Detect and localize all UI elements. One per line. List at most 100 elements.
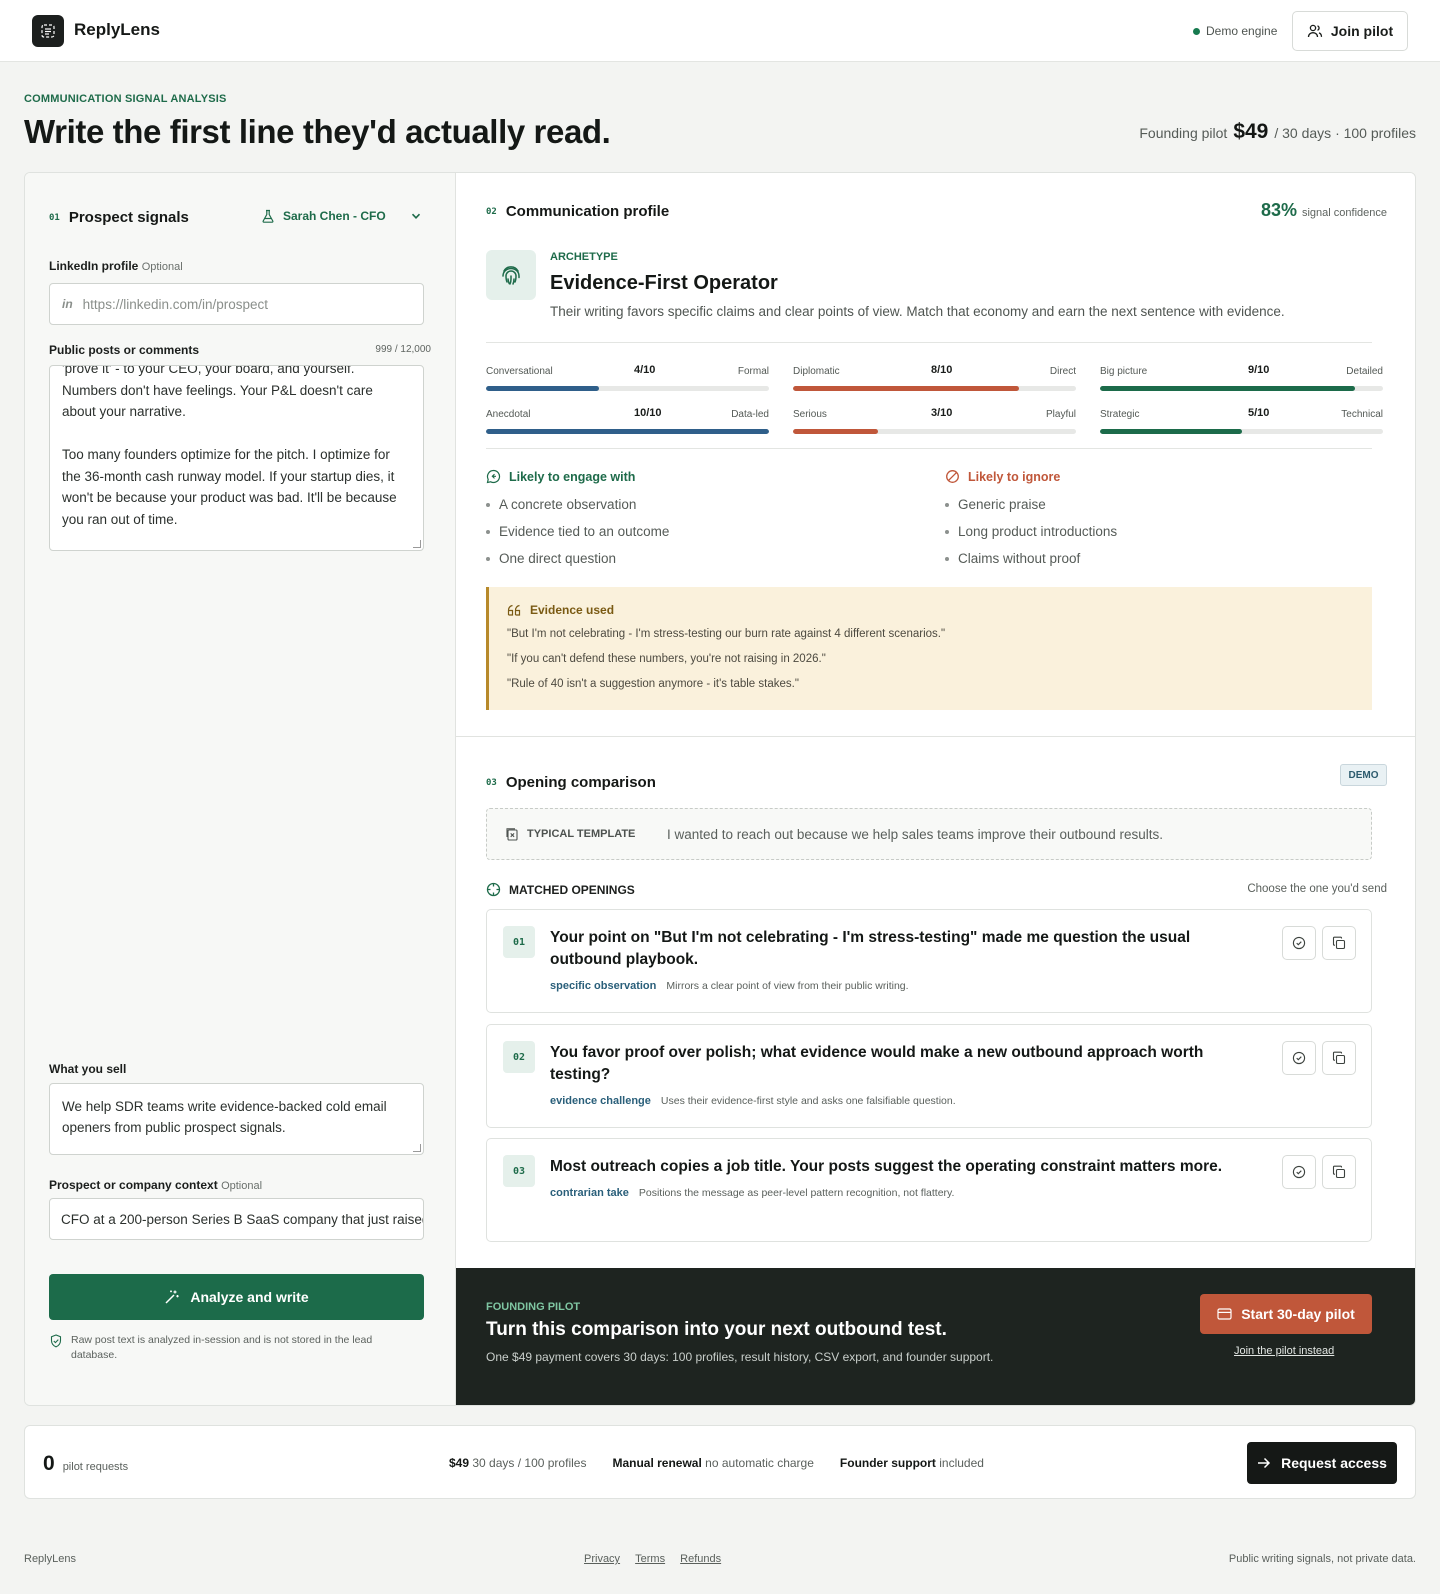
opening-text: You favor proof over polish; what eviden… [550, 1044, 1204, 1083]
analyze-button[interactable]: Analyze and write [49, 1274, 424, 1320]
copy-opening-button[interactable] [1322, 926, 1356, 960]
prohibited-icon [946, 470, 959, 483]
copy-icon [1332, 936, 1346, 950]
magic-wand-icon [165, 1290, 180, 1304]
opening-number: 01 [503, 926, 535, 958]
chevron-down-icon[interactable] [411, 211, 421, 224]
scale-value: 3/10 [931, 407, 953, 419]
scale-value: 4/10 [634, 364, 656, 376]
fingerprint-icon [486, 250, 536, 300]
privacy-link[interactable]: Privacy [584, 1553, 620, 1565]
select-opening-button[interactable] [1282, 1155, 1316, 1189]
credit-card-icon [1217, 1308, 1232, 1320]
opening-number: 02 [503, 1041, 535, 1073]
opening-card[interactable]: 02 You favor proof over polish; what evid… [486, 1024, 1372, 1128]
prospect-signals-panel: 01 Prospect signals Sarah Chen - CFO Lin… [25, 173, 456, 1405]
posts-textarea[interactable]: 'prove it' - to your CEO, your board, an… [49, 365, 424, 551]
prospect-select-value: Sarah Chen - CFO [283, 209, 386, 223]
resize-handle-icon[interactable] [413, 540, 421, 548]
cta-title: Turn this comparison into your next outb… [486, 1319, 947, 1340]
linkedin-placeholder: https://linkedin.com/in/prospect [82, 296, 269, 312]
opening-card[interactable]: 01 Your point on "But I'm not celebrating… [486, 909, 1372, 1013]
start-pilot-button[interactable]: Start 30-day pilot [1200, 1294, 1372, 1334]
profile-header: 02 Communication profile [486, 203, 669, 220]
section-number: 02 [486, 206, 497, 217]
term-renewal: Manual renewal no automatic charge [612, 1456, 814, 1470]
opening-note: Mirrors a clear point of view from their… [666, 980, 909, 992]
context-label: Prospect or company context Optional [49, 1178, 262, 1192]
opening-note: Uses their evidence-first style and asks… [660, 1095, 956, 1107]
price-summary: Founding pilot $49 / 30 days · 100 profi… [1139, 120, 1416, 144]
list-item: One direct question [486, 545, 669, 572]
pilot-summary-bar: 0 pilot requests $49 30 days / 100 profi… [24, 1425, 1416, 1499]
pilot-terms: $49 30 days / 100 profiles Manual renewa… [449, 1456, 984, 1470]
copy-opening-button[interactable] [1322, 1041, 1356, 1075]
join-pilot-button[interactable]: Join pilot [1292, 11, 1408, 51]
posts-counter: 999 / 12,000 [375, 344, 431, 355]
typical-template: TYPICAL TEMPLATE I wanted to reach out b… [486, 808, 1372, 860]
linkedin-label: LinkedIn profile Optional [49, 259, 183, 273]
select-opening-button[interactable] [1282, 1041, 1316, 1075]
privacy-note: Raw post text is analyzed in-session and… [49, 1333, 409, 1363]
request-access-button[interactable]: Request access [1247, 1442, 1397, 1484]
list-item: A concrete observation [486, 491, 669, 518]
flask-icon [262, 209, 274, 223]
price-amount: $49 [1233, 120, 1269, 143]
scale-left-label: Serious [793, 408, 827, 420]
ignore-list: Generic praise Long product introduction… [945, 491, 1117, 572]
engage-heading: Likely to engage with [486, 469, 635, 484]
section-number: 01 [49, 212, 60, 223]
archetype-label: ARCHETYPE [550, 251, 618, 263]
check-circle-icon [1292, 1051, 1306, 1065]
scale-right-label: Formal [737, 365, 769, 377]
posts-label: Public posts or comments [49, 343, 200, 357]
matched-label: MATCHED OPENINGS [509, 882, 635, 897]
scale-fill [1100, 429, 1242, 434]
terms-link[interactable]: Terms [635, 1553, 665, 1565]
engage-title: Likely to engage with [509, 469, 636, 484]
list-item: Long product introductions [945, 518, 1117, 545]
refunds-link[interactable]: Refunds [680, 1553, 721, 1565]
cta-subtitle: One $49 payment covers 30 days: 100 prof… [486, 1350, 994, 1364]
linkedin-input[interactable]: in https://linkedin.com/in/prospect [49, 283, 424, 325]
posts-text: 'prove it' - to your CEO, your board, an… [62, 365, 397, 527]
copy-opening-button[interactable] [1322, 1155, 1356, 1189]
scale-fill [793, 386, 1020, 391]
engage-list: A concrete observation Evidence tied to … [486, 491, 669, 572]
context-label-text: Prospect or company context [49, 1178, 218, 1192]
section-title: Prospect signals [68, 209, 189, 226]
scale-left-label: Big picture [1100, 365, 1148, 377]
copy-icon [1332, 1051, 1346, 1065]
opening-text: Most outreach copies a job title. Your p… [550, 1158, 1223, 1175]
sell-textarea[interactable]: We help SDR teams write evidence-backed … [49, 1083, 424, 1155]
scale-track [793, 429, 1076, 434]
matched-openings-heading: MATCHED OPENINGS [486, 882, 635, 897]
style-scale: Conversational Formal 4/10 [486, 364, 769, 391]
scale-right-label: Data-led [731, 408, 769, 420]
scale-right-label: Detailed [1346, 365, 1383, 377]
scale-left-label: Strategic [1100, 408, 1140, 420]
page-title: Write the first line they'd actually rea… [24, 113, 611, 150]
opening-card[interactable]: 03 Most outreach copies a job title. Your… [486, 1138, 1372, 1242]
select-opening-button[interactable] [1282, 926, 1316, 960]
resize-handle-icon[interactable] [413, 1144, 421, 1152]
evidence-quote: "Rule of 40 isn't a suggestion anymore -… [507, 678, 799, 690]
scale-value: 9/10 [1248, 364, 1270, 376]
context-input[interactable]: CFO at a 200-person Series B SaaS compan… [49, 1198, 424, 1240]
prospect-select[interactable]: Sarah Chen - CFO [261, 209, 386, 223]
footer-links: Privacy Terms Refunds [578, 1553, 727, 1565]
divider [486, 342, 1372, 343]
evidence-heading: Evidence used [507, 603, 1354, 617]
engine-status: Demo engine [1193, 24, 1277, 38]
scale-left-label: Anecdotal [486, 408, 531, 420]
join-pilot-link[interactable]: Join the pilot instead [1234, 1345, 1334, 1357]
target-icon [486, 882, 501, 897]
founding-pilot-cta: FOUNDING PILOT Turn this comparison into… [456, 1268, 1415, 1405]
term-support: Founder support included [839, 1456, 984, 1470]
scale-right-label: Technical [1341, 408, 1383, 420]
users-icon [1307, 24, 1323, 38]
opening-tag: contrarian take [550, 1187, 629, 1199]
arrow-right-icon [1258, 1457, 1271, 1469]
check-circle-icon [1292, 936, 1306, 950]
chat-reply-icon [486, 469, 501, 484]
